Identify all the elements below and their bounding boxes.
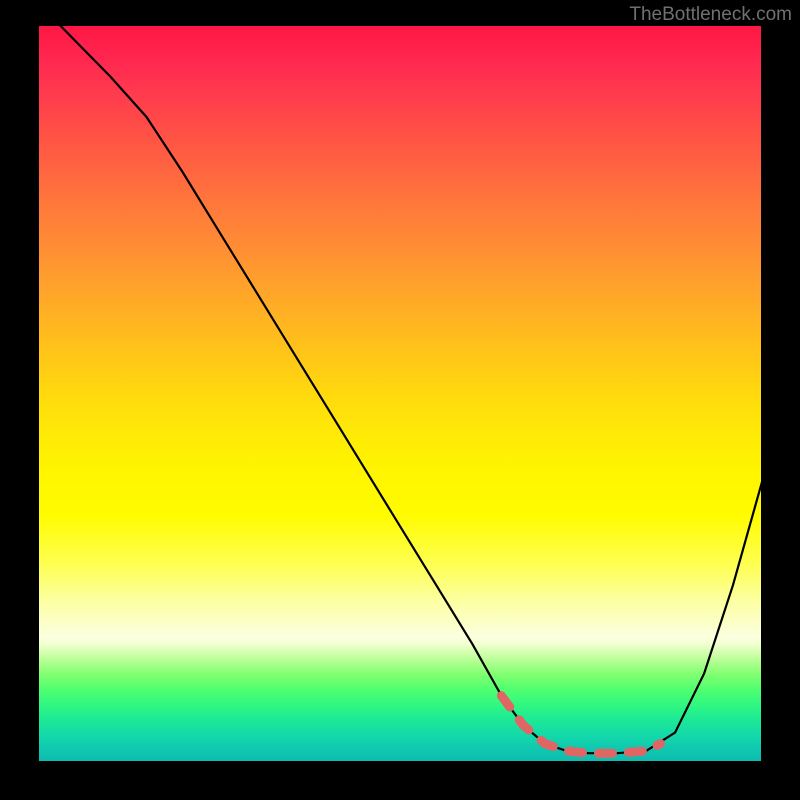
curve-line bbox=[60, 25, 762, 753]
chart-plot-area bbox=[38, 25, 762, 762]
highlight-line bbox=[501, 696, 660, 754]
watermark-text: TheBottleneck.com bbox=[629, 4, 792, 26]
chart-lines-svg bbox=[38, 25, 762, 762]
